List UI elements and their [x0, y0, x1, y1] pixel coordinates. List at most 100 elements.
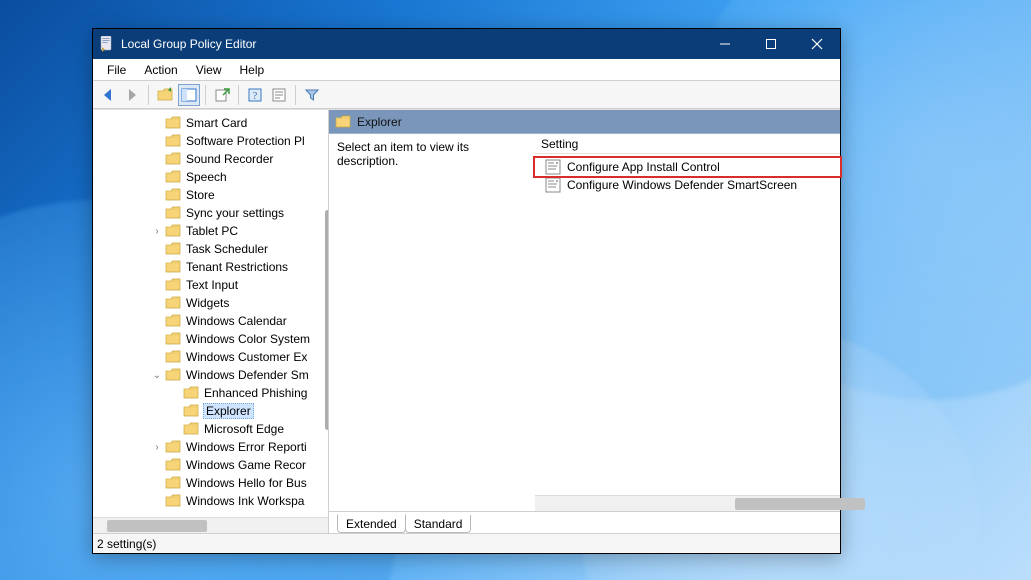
policy-setting-icon [545, 177, 561, 193]
toolbar-separator [205, 85, 206, 105]
tree-item[interactable]: › Tablet PC [93, 222, 328, 240]
expand-icon[interactable]: › [151, 226, 163, 237]
folder-icon [165, 242, 181, 256]
folder-icon [165, 332, 181, 346]
tree-scroll-viewport[interactable]: Smart Card Software Protection Pl Sound Re… [93, 110, 328, 517]
tree-item-label: Text Input [185, 278, 239, 292]
status-text: 2 setting(s) [97, 537, 156, 551]
filter-button[interactable] [301, 84, 323, 106]
tree-vertical-scrollbar[interactable] [324, 110, 328, 517]
settings-list: Setting Configure App Install Control Con… [535, 134, 840, 511]
tree-horizontal-scrollbar[interactable] [93, 517, 328, 533]
folder-icon [165, 260, 181, 274]
setting-item[interactable]: Configure App Install Control [535, 158, 840, 176]
menubar: File Action View Help [93, 59, 840, 81]
description-text: Select an item to view its description. [329, 134, 535, 511]
tree-item-label: Microsoft Edge [203, 422, 285, 436]
tree-item[interactable]: ⌄Windows Defender Sm [93, 366, 328, 384]
folder-icon [165, 368, 181, 382]
minimize-button[interactable] [702, 29, 748, 59]
tree-item[interactable]: Text Input [93, 276, 328, 294]
tree-item[interactable]: Explorer [93, 402, 328, 420]
help-button[interactable]: ? [244, 84, 266, 106]
tree-item[interactable]: Store [93, 186, 328, 204]
tree-item-label: Sync your settings [185, 206, 285, 220]
collapse-icon[interactable]: ⌄ [151, 370, 163, 381]
tree-item-label: Tenant Restrictions [185, 260, 289, 274]
settings-horizontal-scrollbar[interactable] [535, 495, 840, 511]
folder-icon [183, 404, 199, 418]
tree-item[interactable]: Microsoft Edge [93, 420, 328, 438]
close-button[interactable] [794, 29, 840, 59]
tree-item[interactable]: Software Protection Pl [93, 132, 328, 150]
expand-icon[interactable]: › [151, 442, 163, 453]
titlebar[interactable]: Local Group Policy Editor [93, 29, 840, 59]
app-icon [99, 36, 115, 52]
show-tree-button[interactable] [178, 84, 200, 106]
properties-button[interactable] [268, 84, 290, 106]
tree-item[interactable]: Windows Ink Workspa [93, 492, 328, 510]
toolbar-separator [238, 85, 239, 105]
menu-view[interactable]: View [188, 61, 230, 79]
folder-icon [165, 116, 181, 130]
tree-item-label: Windows Color System [185, 332, 311, 346]
tree-vertical-scroll-thumb[interactable] [325, 210, 328, 430]
tree-item[interactable]: Windows Customer Ex [93, 348, 328, 366]
tab-extended[interactable]: Extended [337, 514, 406, 533]
tree-item[interactable]: Speech [93, 168, 328, 186]
toolbar-separator [148, 85, 149, 105]
forward-button[interactable] [121, 84, 143, 106]
maximize-button[interactable] [748, 29, 794, 59]
tree-item[interactable]: Smart Card [93, 114, 328, 132]
tree-item-label: Smart Card [185, 116, 248, 130]
tree-item[interactable]: Tenant Restrictions [93, 258, 328, 276]
setting-item[interactable]: Configure Windows Defender SmartScreen [535, 176, 840, 194]
tree-item-label: Explorer [203, 403, 254, 419]
toolbar-separator [295, 85, 296, 105]
tree-item-label: Sound Recorder [185, 152, 274, 166]
tree-item[interactable]: Task Scheduler [93, 240, 328, 258]
details-header-label: Explorer [357, 115, 402, 129]
tree-item[interactable]: Windows Color System [93, 330, 328, 348]
details-header: Explorer [329, 110, 840, 134]
tree-item-label: Speech [185, 170, 228, 184]
settings-column-header[interactable]: Setting [535, 134, 840, 154]
toolbar: ? [93, 81, 840, 109]
folder-icon [165, 224, 181, 238]
tree-item-label: Software Protection Pl [185, 134, 306, 148]
details-pane: Explorer Select an item to view its desc… [329, 110, 840, 533]
export-button[interactable] [211, 84, 233, 106]
tree-item[interactable]: Widgets [93, 294, 328, 312]
tree-item[interactable]: Windows Game Recor [93, 456, 328, 474]
policy-setting-icon [545, 159, 561, 175]
folder-icon [165, 350, 181, 364]
tree-item[interactable]: Sync your settings [93, 204, 328, 222]
folder-icon [165, 296, 181, 310]
content-area: Smart Card Software Protection Pl Sound Re… [93, 109, 840, 533]
tree-item-label: Tablet PC [185, 224, 239, 238]
tree-item-label: Windows Hello for Bus [185, 476, 308, 490]
tree-item[interactable]: Windows Hello for Bus [93, 474, 328, 492]
folder-icon [165, 170, 181, 184]
menu-file[interactable]: File [99, 61, 134, 79]
tree-item-label: Windows Game Recor [185, 458, 307, 472]
window: Local Group Policy Editor File Action Vi… [92, 28, 841, 554]
menu-action[interactable]: Action [136, 61, 185, 79]
menu-help[interactable]: Help [232, 61, 273, 79]
tree-item[interactable]: Enhanced Phishing [93, 384, 328, 402]
settings-horizontal-scroll-thumb[interactable] [735, 498, 865, 510]
window-title: Local Group Policy Editor [121, 37, 702, 51]
setting-item-label: Configure Windows Defender SmartScreen [567, 178, 797, 192]
tree-item[interactable]: Sound Recorder [93, 150, 328, 168]
folder-icon [165, 476, 181, 490]
back-button[interactable] [97, 84, 119, 106]
tree-horizontal-scroll-thumb[interactable] [107, 520, 207, 532]
folder-icon [183, 386, 199, 400]
tree-item-label: Windows Error Reporti [185, 440, 308, 454]
folder-icon [165, 278, 181, 292]
tree-item[interactable]: › Windows Error Reporti [93, 438, 328, 456]
tab-standard[interactable]: Standard [405, 515, 472, 533]
up-button[interactable] [154, 84, 176, 106]
tree-item[interactable]: Windows Calendar [93, 312, 328, 330]
statusbar: 2 setting(s) [93, 533, 840, 553]
